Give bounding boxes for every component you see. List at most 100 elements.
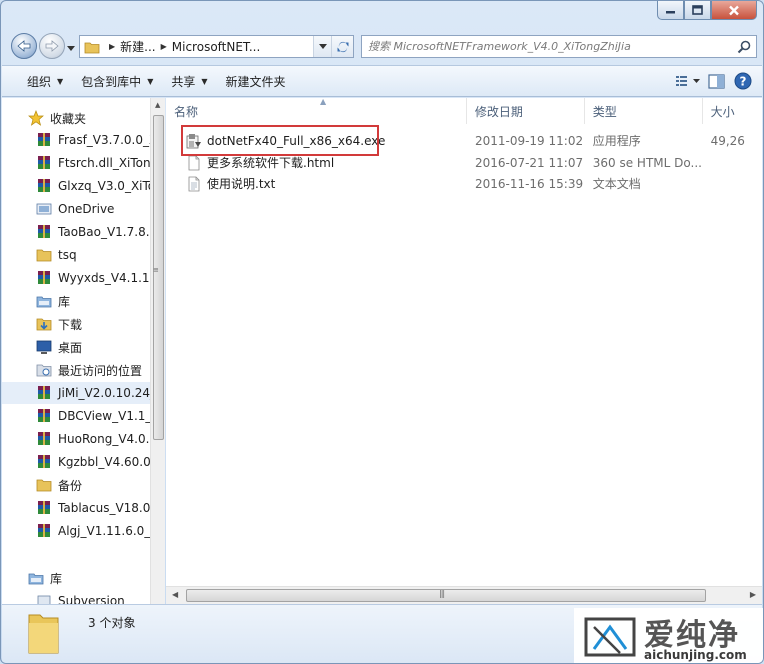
sidebar-item[interactable]: Tablacus_V18.0 (36, 497, 165, 519)
sidebar-item[interactable]: Frasf_V3.7.0.0_X (36, 129, 165, 151)
column-header-name[interactable]: ▲ 名称 (166, 98, 467, 124)
file-date: 2011-09-19 11:02 (474, 133, 584, 148)
sidebar-item[interactable]: 库 (36, 290, 165, 312)
file-date: 2016-07-21 11:07 (474, 155, 584, 170)
new-folder-button[interactable]: 新建文件夹 (217, 66, 295, 96)
file-type: 文本文档 (592, 177, 641, 191)
view-list-icon (676, 76, 687, 86)
scrollbar-thumb[interactable] (186, 589, 706, 602)
sidebar-item[interactable]: JiMi_V2.0.10.24_ (2, 382, 152, 404)
item-count: 3 个对象 (88, 616, 136, 630)
column-header-type[interactable]: 类型 (585, 98, 703, 124)
include-in-library-label: 包含到库中 (81, 74, 142, 89)
desktop-icon (36, 339, 52, 355)
scroll-right-icon[interactable]: ▶ (750, 590, 756, 599)
sidebar-item[interactable]: 桌面 (36, 336, 165, 358)
scroll-left-icon[interactable]: ◀ (172, 590, 178, 599)
sidebar-item[interactable]: OneDrive (36, 198, 165, 220)
library-icon (36, 293, 52, 309)
sidebar-item-label: Frasf_V3.7.0.0_X (58, 133, 158, 147)
recent-pages-dropdown[interactable] (67, 41, 75, 55)
search-icon[interactable] (737, 40, 751, 57)
sidebar-item[interactable]: 下载 (36, 313, 165, 335)
chevron-down-icon: ▼ (57, 76, 64, 86)
address-history-dropdown[interactable] (313, 36, 331, 57)
forward-button[interactable] (39, 33, 65, 59)
sidebar-item[interactable]: tsq (36, 244, 165, 266)
sidebar-item-label: 下载 (58, 317, 83, 332)
search-input[interactable] (362, 36, 722, 57)
close-button[interactable] (711, 1, 757, 20)
winrar-archive-icon (36, 270, 52, 286)
scrollbar-grip-icon: ≡ (153, 266, 159, 274)
sidebar-item[interactable]: Wyyxds_V4.1.1. (36, 267, 165, 289)
file-row[interactable]: 使用说明.txt 2016-11-16 15:39 文本文档 (166, 173, 762, 194)
sidebar-item-label: DBCView_V1.1_ (58, 409, 152, 423)
column-header-date[interactable]: 修改日期 (467, 98, 585, 124)
sidebar-libraries[interactable]: 库 (28, 567, 165, 589)
sidebar-item[interactable]: Kgzbbl_V4.60.0 (36, 451, 165, 473)
text-file-icon (186, 176, 202, 192)
caption-buttons (657, 1, 757, 21)
winrar-archive-icon (36, 523, 52, 539)
chevron-down-icon: ▼ (147, 76, 154, 86)
back-button[interactable] (11, 33, 37, 59)
chevron-down-icon (67, 46, 75, 51)
column-name-label: 名称 (174, 104, 199, 119)
navigation-pane-scrollbar[interactable]: ▲ ≡ (150, 98, 165, 604)
sidebar-item-label: Tablacus_V18.0 (58, 501, 151, 515)
scroll-up-icon[interactable]: ▲ (155, 101, 160, 109)
breadcrumb-separator-icon[interactable]: ▶ (109, 42, 115, 51)
preview-pane-button[interactable] (708, 73, 726, 89)
scrollbar-grip-icon: ||| (439, 589, 445, 598)
svg-text:?: ? (740, 75, 747, 89)
navigation-pane: 收藏夹 Frasf_V3.7.0.0_X Ftsrch.dll_XiTon Glxz… (2, 98, 165, 604)
file-size: 49,26 (710, 133, 745, 148)
include-in-library-button[interactable]: 包含到库中 ▼ (72, 66, 162, 96)
minimize-button[interactable] (657, 1, 684, 20)
help-button[interactable]: ? (734, 72, 752, 90)
file-list: ▲ 名称 修改日期 类型 大小 dotNetFx40_Full_x86_x64.… (166, 98, 762, 586)
column-date-label: 修改日期 (474, 104, 523, 119)
sidebar-item[interactable]: DBCView_V1.1_ (36, 405, 165, 427)
sidebar-item[interactable]: TaoBao_V1.7.8. (36, 221, 165, 243)
folder-icon (26, 607, 62, 660)
column-header-size[interactable]: 大小 (703, 98, 762, 124)
sort-ascending-icon: ▲ (320, 98, 327, 106)
organize-label: 组织 (27, 74, 52, 89)
help-icon: ? (734, 72, 752, 90)
organize-button[interactable]: 组织 ▼ (18, 66, 72, 96)
breadcrumb-item-current[interactable]: MicrosoftNET... (172, 40, 261, 54)
scrollbar-thumb[interactable] (153, 115, 164, 440)
sidebar-item-label: Ftsrch.dll_XiTon (58, 156, 151, 170)
sidebar-item[interactable]: 备份 (36, 474, 165, 496)
sidebar-item[interactable]: Glxzq_V3.0_XiTo (36, 175, 165, 197)
sidebar-item[interactable]: Algj_V1.11.6.0_X (36, 520, 165, 542)
folder-icon (84, 42, 100, 53)
winrar-archive-icon (36, 155, 52, 171)
sidebar-favorites-label: 收藏夹 (50, 111, 87, 126)
sidebar-subversion[interactable]: Subversion (36, 590, 165, 604)
preview-pane-icon (708, 73, 725, 89)
folder-icon (36, 477, 52, 493)
sidebar-favorites[interactable]: 收藏夹 (28, 107, 165, 129)
star-icon (28, 110, 44, 126)
column-type-label: 类型 (592, 104, 617, 119)
breadcrumb-separator-icon[interactable]: ▶ (161, 42, 167, 51)
html-file-icon (186, 155, 202, 171)
file-name: 使用说明.txt (207, 177, 276, 191)
maximize-button[interactable] (684, 1, 711, 20)
file-name: 更多系统软件下载.html (207, 156, 335, 170)
breadcrumb-item-parent[interactable]: 新建... (120, 38, 155, 55)
winrar-archive-icon (36, 431, 52, 447)
sidebar-item[interactable]: Ftsrch.dll_XiTon (36, 152, 165, 174)
sidebar-item[interactable]: 最近访问的位置 (36, 359, 165, 381)
share-button[interactable]: 共享 ▼ (162, 66, 216, 96)
sidebar-subversion-label: Subversion (58, 594, 125, 604)
address-bar[interactable]: ▶ 新建... ▶ MicrosoftNET... (79, 35, 354, 58)
file-list-horizontal-scrollbar[interactable]: ◀ ||| ▶ (166, 586, 762, 604)
refresh-button[interactable] (331, 36, 353, 57)
subversion-library-icon (36, 593, 52, 604)
change-view-button[interactable] (675, 74, 700, 88)
sidebar-item[interactable]: HuoRong_V4.0. (36, 428, 165, 450)
